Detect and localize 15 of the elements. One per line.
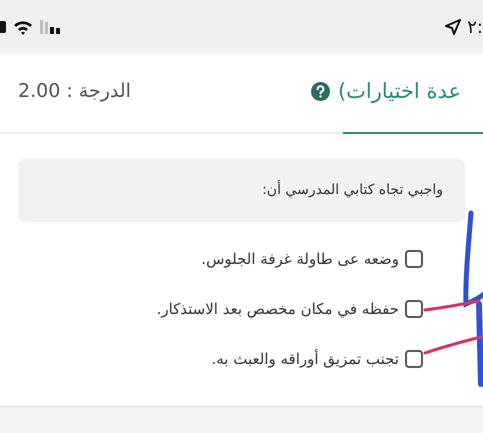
score-label: الدرجة : 2.00 — [18, 80, 131, 102]
location-arrow-icon — [445, 19, 462, 35]
option-label: حفظه في مكان مخصص بعد الاستذكار. — [156, 300, 399, 318]
question-type-title: عدة اختيارات) — [338, 79, 461, 103]
option-label: تجنب تمزيق أوراقه والعبث به. — [212, 350, 399, 368]
battery-icon — [0, 21, 6, 33]
help-icon[interactable] — [310, 82, 330, 100]
signal-icon — [40, 20, 62, 34]
question-text: واجبي تجاه كتابي المدرسي أن: — [262, 182, 443, 198]
checkbox[interactable] — [405, 300, 423, 318]
checkbox[interactable] — [405, 350, 423, 368]
status-time: ٢: — [467, 16, 483, 38]
wifi-icon — [13, 20, 33, 34]
option-label: وضعه عى طاولة غرفة الجلوس. — [201, 250, 399, 268]
checkbox[interactable] — [405, 250, 423, 268]
